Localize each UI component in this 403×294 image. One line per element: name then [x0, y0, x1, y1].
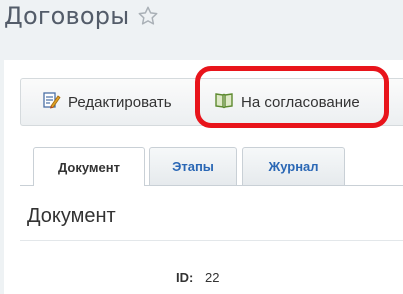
tab-stages[interactable]: Этапы: [149, 147, 237, 185]
toolbar: Редактировать На согласование: [20, 78, 403, 126]
tab-log[interactable]: Журнал: [242, 147, 345, 185]
section-title: Документ: [27, 205, 116, 227]
page-title-text: Договоры: [4, 2, 130, 30]
send-for-approval-button[interactable]: На согласование: [214, 79, 360, 125]
page-title: Договоры: [4, 2, 159, 30]
field-id-value: 22: [205, 270, 220, 285]
tab-stages-label: Этапы: [172, 159, 214, 174]
book-icon: [214, 91, 234, 113]
field-id-label: ID:: [176, 270, 194, 285]
tab-log-label: Журнал: [268, 159, 319, 174]
edit-button-label: Редактировать: [68, 93, 172, 111]
tab-document-label: Документ: [58, 159, 120, 175]
active-tab-gap: [34, 185, 144, 186]
toolbar-separator: [199, 89, 200, 115]
edit-button[interactable]: Редактировать: [41, 79, 172, 125]
star-icon[interactable]: [137, 5, 159, 27]
section-divider: [20, 240, 403, 241]
send-for-approval-label: На согласование: [241, 93, 360, 111]
edit-document-icon: [41, 90, 61, 114]
tab-document[interactable]: Документ: [33, 147, 145, 186]
